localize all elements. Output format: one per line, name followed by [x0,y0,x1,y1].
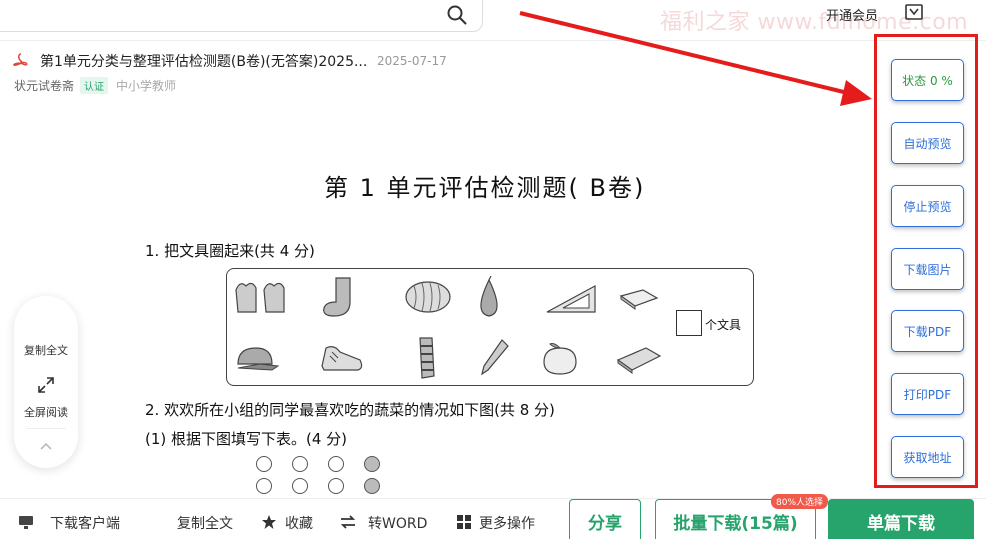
favorite-button[interactable]: 收藏 [285,513,313,533]
author-name[interactable]: 状元试卷斋 [14,77,74,94]
expand-icon[interactable] [37,376,55,394]
download-client-link[interactable]: 下载客户端 [50,513,120,533]
message-icon[interactable] [904,3,924,21]
pencil-box-image [616,347,662,374]
status-button[interactable]: 状态 0 % [891,59,964,101]
shoe-image [321,346,363,371]
chart-circle [328,456,344,472]
single-download-button[interactable]: 单篇下载 [828,499,974,539]
author-role: 中小学教师 [116,79,177,93]
get-address-button[interactable]: 获取地址 [891,436,964,478]
watermelon-image [405,281,451,313]
peach-image [543,343,577,375]
pear-image [480,276,498,317]
star-icon [262,515,276,529]
verified-badge: 认证 [80,77,108,94]
scarf-image [419,337,435,379]
doc-header: 第1单元分类与整理评估检测题(B卷)(无答案)2025... 2025-07-1… [0,40,986,98]
search-input[interactable] [0,0,483,32]
set-square-image [546,284,596,313]
question-2-1: (1) 根据下图填写下表。(4 分) [145,430,348,448]
chart-circle [364,478,380,494]
doc-title[interactable]: 第1单元分类与整理评估检测题(B卷)(无答案)2025... [40,51,367,71]
member-link[interactable]: 开通会员 [826,5,878,24]
to-word-button[interactable]: 转WORD [368,513,427,533]
search-icon[interactable] [446,4,468,26]
doc-date: 2025-07-17 [377,54,447,68]
print-pdf-button[interactable]: 打印PDF [891,373,964,415]
eraser-image [619,289,659,310]
popular-badge: 80%人选择 [771,494,829,509]
monitor-icon [19,516,33,529]
chart-circle [256,456,272,472]
chart-circle [256,478,272,494]
chart-circle [364,456,380,472]
more-actions-button[interactable]: 更多操作 [479,513,535,533]
question-1: 1. 把文具圈起来(共 4 分) [145,242,315,260]
question-2: 2. 欢欢所在小组的同学最喜欢吃的蔬菜的情况如下图(共 8 分) [145,401,555,419]
swap-icon [340,515,356,529]
bottom-toolbar: 下载客户端 复制全文 收藏 转WORD 更多操作 分享 批量下载(15篇) 单篇… [0,498,986,539]
stop-preview-button[interactable]: 停止预览 [891,185,964,227]
chart-circle [292,478,308,494]
gloves-image [235,282,285,313]
divider [26,428,66,429]
pdf-file-icon [13,53,28,66]
download-pdf-button[interactable]: 下载PDF [891,310,964,352]
download-image-button[interactable]: 下载图片 [891,248,964,290]
sock-image [323,277,351,317]
pencil-image [481,339,509,376]
copy-all-button[interactable]: 复制全文 [14,342,78,358]
grid-icon [457,515,471,529]
cap-image [237,347,280,371]
unit-label: 个文具 [705,318,742,332]
fullscreen-button[interactable]: 全屏阅读 [14,404,78,420]
copy-all-link[interactable]: 复制全文 [177,513,233,533]
left-floating-panel: 复制全文 全屏阅读 [14,296,78,468]
chart-circle [292,456,308,472]
chart-circle [328,478,344,494]
page: 福利之家 www.fdlhome.com 开通会员 第1单元分类与整理评估检测题… [0,0,986,539]
auto-preview-button[interactable]: 自动预览 [891,122,964,164]
answer-box [676,310,702,336]
share-button[interactable]: 分享 [569,499,641,539]
exam-title: 第 1 单元评估检测题( B卷) [324,174,646,202]
chevron-up-icon[interactable] [38,438,54,454]
